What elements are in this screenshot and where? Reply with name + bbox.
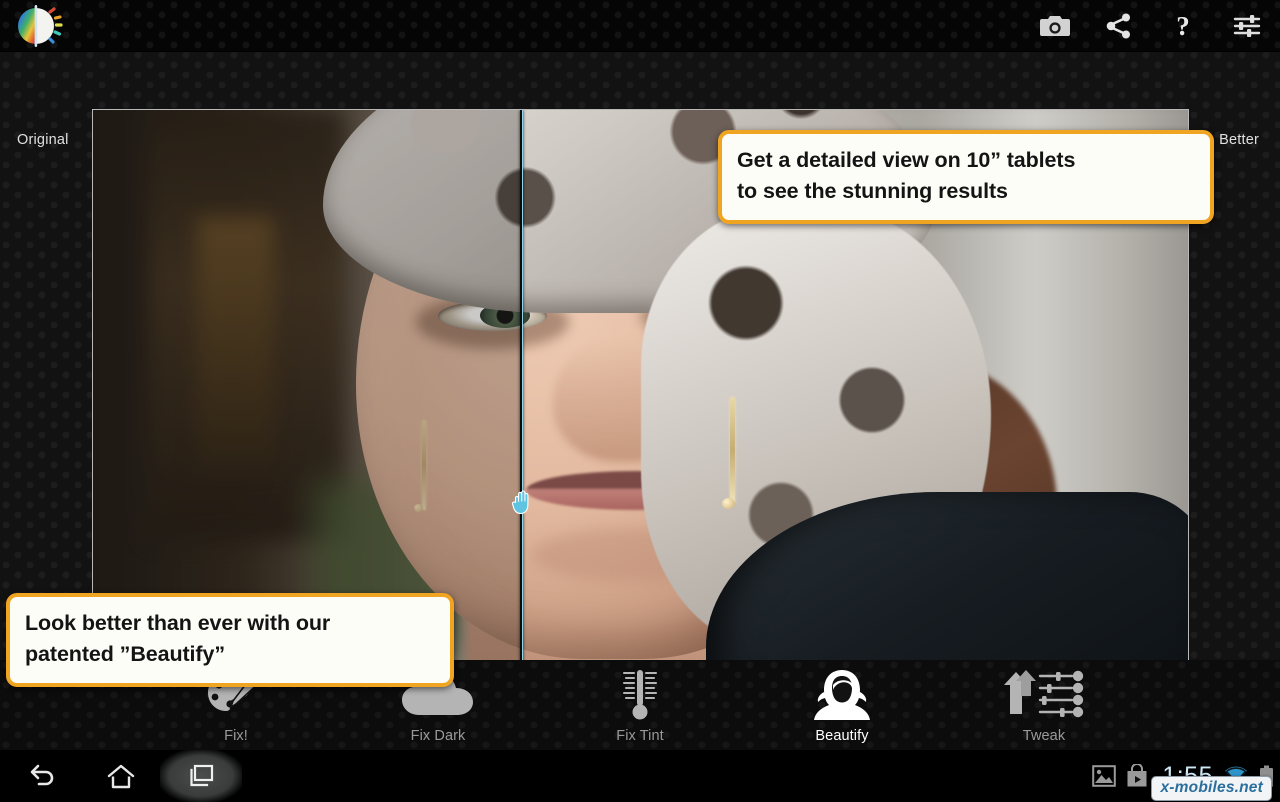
before-after-divider-handle[interactable] bbox=[520, 110, 524, 707]
photo-background-door-panel bbox=[197, 217, 274, 469]
help-button[interactable]: ? bbox=[1152, 0, 1214, 52]
app-logo-icon[interactable] bbox=[9, 3, 63, 49]
android-navigation-bar: 1:55 x-mobiles.net bbox=[0, 750, 1280, 802]
photo-earring-bead-left bbox=[413, 504, 423, 513]
nav-recent-apps-button[interactable] bbox=[160, 750, 242, 802]
label-better: Better bbox=[1219, 132, 1259, 148]
photo-earring-bead-right bbox=[721, 498, 735, 510]
photo-earring-right bbox=[730, 396, 736, 504]
tooltip-detailed-view: Get a detailed view on 10” tablets to se… bbox=[718, 130, 1214, 225]
home-icon bbox=[107, 764, 135, 788]
tooltip-line-1: Get a detailed view on 10” tablets bbox=[737, 148, 1076, 172]
recent-apps-icon bbox=[190, 764, 214, 786]
tool-beautify[interactable]: Beautify bbox=[758, 666, 926, 744]
photo-stage: Original Better Get a detailed view on 1… bbox=[0, 52, 1280, 708]
woman-portrait-icon bbox=[758, 666, 926, 724]
app-root: ? Original Better Get a detailed view on… bbox=[0, 0, 1280, 802]
tool-label: Fix Tint bbox=[616, 728, 664, 744]
image-icon[interactable] bbox=[1092, 765, 1117, 787]
tool-label: Tweak bbox=[1022, 728, 1066, 744]
site-watermark: x-mobiles.net bbox=[1151, 776, 1272, 801]
photo-earring-left bbox=[421, 420, 426, 510]
tool-label: Fix! bbox=[224, 728, 248, 744]
tool-tweak[interactable]: Tweak bbox=[960, 666, 1128, 744]
tooltip-line-2: to see the stunning results bbox=[737, 179, 1008, 204]
tooltip-beautify: Look better than ever with our patented … bbox=[6, 593, 454, 688]
settings-button[interactable] bbox=[1216, 0, 1278, 52]
nav-back-button[interactable] bbox=[2, 750, 82, 802]
tooltip-line-2: patented ”Beautify” bbox=[25, 642, 225, 667]
play-store-bag-icon[interactable] bbox=[1126, 764, 1148, 788]
sliders-icon bbox=[1233, 15, 1261, 37]
tooltip-line-1: Look better than ever with our bbox=[25, 611, 331, 635]
share-button[interactable] bbox=[1088, 0, 1150, 52]
open-hand-cursor-icon bbox=[512, 490, 529, 515]
tool-label: Beautify bbox=[815, 728, 869, 744]
label-original: Original bbox=[17, 132, 69, 148]
share-icon bbox=[1106, 13, 1130, 39]
camera-icon bbox=[1040, 16, 1070, 36]
arrows-sliders-icon bbox=[960, 666, 1128, 724]
tool-label: Fix Dark bbox=[410, 728, 466, 744]
tool-fix-tint[interactable]: Fix Tint bbox=[556, 666, 724, 744]
nav-home-button[interactable] bbox=[81, 750, 161, 802]
top-action-bar: ? bbox=[0, 0, 1280, 52]
thermometer-icon bbox=[556, 666, 724, 724]
help-glyph: ? bbox=[1176, 10, 1190, 41]
back-arrow-icon bbox=[30, 764, 54, 786]
camera-button[interactable] bbox=[1024, 0, 1086, 52]
